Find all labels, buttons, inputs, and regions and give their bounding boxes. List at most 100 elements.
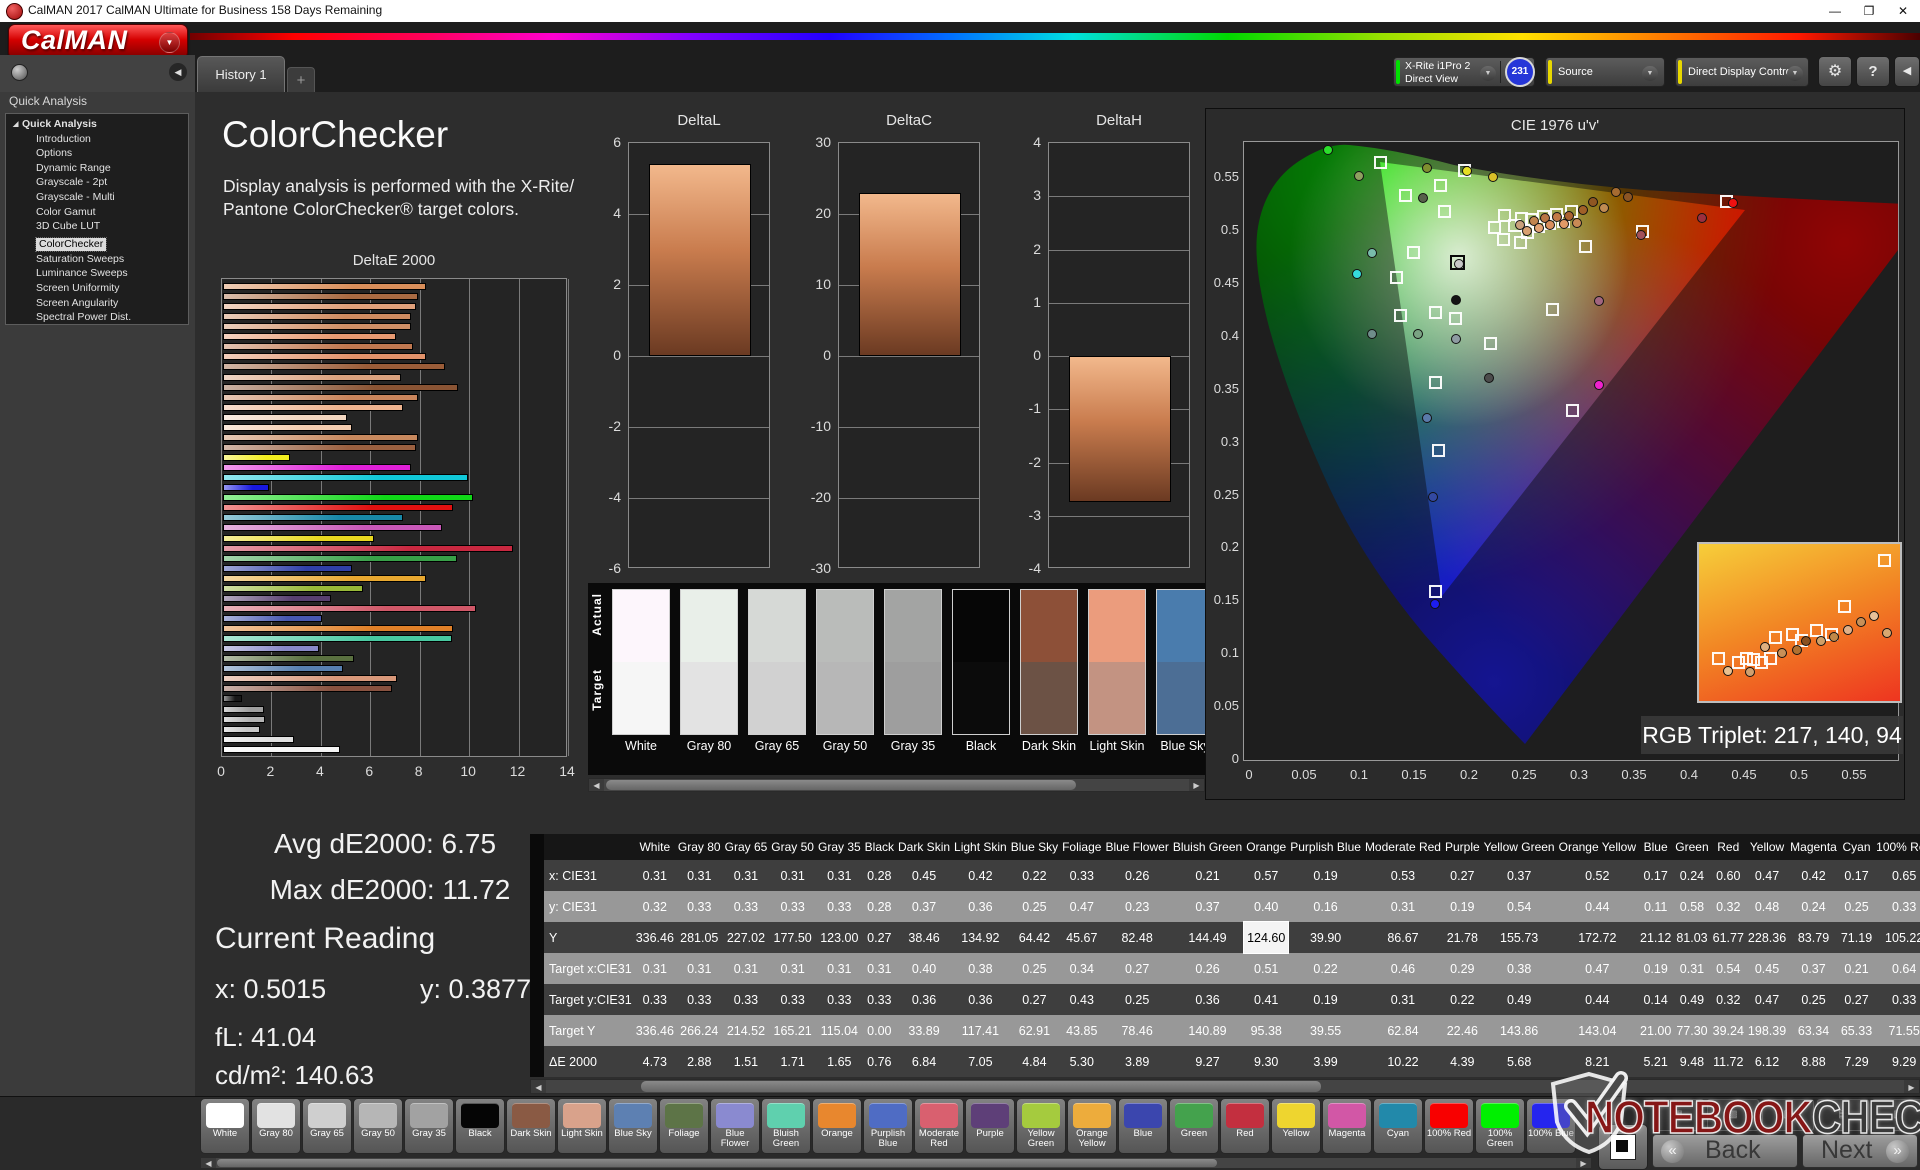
y-tick-label: 0 [613, 347, 621, 363]
patch-button-gray-50[interactable]: Gray 50 [353, 1098, 403, 1154]
patch-button-blue[interactable]: Blue [1118, 1098, 1168, 1154]
swatch-scroll-thumb[interactable] [606, 780, 1076, 790]
sidebar-item-grayscale-multi[interactable]: Grayscale - Multi [6, 190, 188, 205]
sidebar-item-3d-cube-lut[interactable]: 3D Cube LUT [6, 219, 188, 234]
pattern-tool-button[interactable]: ▣ [1762, 1099, 1814, 1131]
sidebar-item-screen-angularity[interactable]: Screen Angularity [6, 296, 188, 311]
pattern-tool-button[interactable]: ▤ [1817, 1099, 1869, 1131]
swatch-scrollbar[interactable]: ◀ ▶ [588, 778, 1205, 792]
sidebar-item-dynamic-range[interactable]: Dynamic Range [6, 161, 188, 176]
cie-x-tick: 0 [1245, 767, 1253, 782]
sidebar-item-quick-analysis[interactable]: ◢ Quick Analysis [6, 117, 188, 132]
strip-scrollbar[interactable]: ◀ ▶ [200, 1157, 1592, 1169]
column-header-gray-35: Gray 35 [815, 834, 863, 860]
patch-button-purple[interactable]: Purple [965, 1098, 1015, 1154]
patch-button-cyan[interactable]: Cyan [1373, 1098, 1423, 1154]
patch-button-moderate-red[interactable]: Moderate Red [914, 1098, 964, 1154]
table-cell: 0.36 [952, 891, 1009, 922]
table-cell: 266.24 [675, 1015, 723, 1046]
patch-button-yellow[interactable]: Yellow [1271, 1098, 1321, 1154]
meter-dropdown-icon[interactable]: ▼ [1480, 66, 1496, 81]
patch-button-100-green[interactable]: 100% Green [1475, 1098, 1525, 1154]
patch-button-light-skin[interactable]: Light Skin [557, 1098, 607, 1154]
patch-chip [359, 1103, 397, 1128]
settings-button[interactable]: ⚙ [1818, 56, 1852, 87]
source-dropdown-icon[interactable]: ▼ [1642, 66, 1658, 81]
patch-button-yellow-green[interactable]: Yellow Green [1016, 1098, 1066, 1154]
table-scroll-thumb[interactable] [641, 1081, 1321, 1092]
pattern-tool-button[interactable]: ▩ [1707, 1099, 1759, 1131]
next-button[interactable]: Next » [1802, 1134, 1918, 1168]
patch-button-green[interactable]: Green [1169, 1098, 1219, 1154]
minimize-icon[interactable]: — [1818, 0, 1852, 22]
patch-button-foliage[interactable]: Foliage [659, 1098, 709, 1154]
patch-button-100-red[interactable]: 100% Red [1424, 1098, 1474, 1154]
sidebar-item-screen-uniformity[interactable]: Screen Uniformity [6, 281, 188, 296]
scroll-left-icon[interactable]: ◀ [531, 1080, 546, 1093]
table-cell: 64.42 [1008, 922, 1061, 953]
tab-history-1[interactable]: History 1 [197, 56, 285, 93]
scroll-right-icon[interactable]: ▶ [1904, 1080, 1919, 1093]
swatch-black [952, 589, 1010, 735]
patch-button-blue-flower[interactable]: Blue Flower [710, 1098, 760, 1154]
scroll-right-icon[interactable]: ▶ [1576, 1158, 1591, 1168]
pattern-tool-button[interactable]: ▦ [1652, 1099, 1704, 1131]
swatch-target [1089, 662, 1145, 734]
source-selector[interactable]: Source ▼ [1545, 57, 1665, 87]
sidebar-item-options[interactable]: Options [6, 146, 188, 161]
scroll-left-icon[interactable]: ◀ [589, 779, 604, 791]
tree-expanded-icon[interactable]: ◢ [13, 118, 18, 133]
sidebar-item-saturation-sweeps[interactable]: Saturation Sweeps [6, 252, 188, 267]
scroll-right-icon[interactable]: ▶ [1189, 779, 1204, 791]
maximize-icon[interactable]: ❐ [1852, 0, 1886, 22]
sidebar-item-introduction[interactable]: Introduction [6, 132, 188, 147]
table-cell: 0.31 [633, 953, 676, 984]
patch-button-magenta[interactable]: Magenta [1322, 1098, 1372, 1154]
patch-button-orange-yellow[interactable]: Orange Yellow [1067, 1098, 1117, 1154]
patch-button-100-blue[interactable]: 100% Blue [1526, 1098, 1576, 1154]
table-cell: 3.99 [1288, 1046, 1363, 1077]
patch-button-gray-65[interactable]: Gray 65 [302, 1098, 352, 1154]
patch-chip [1379, 1103, 1417, 1128]
pattern-tool-button[interactable]: ▥ [1872, 1099, 1920, 1131]
y-tick-label: 2 [1033, 240, 1041, 257]
avg-de2000-readout: Avg dE2000: 6.75 [273, 828, 497, 859]
table-cell: 0.49 [1673, 984, 1711, 1015]
patch-label: Yellow [1282, 1128, 1310, 1139]
patch-button-black[interactable]: Black [455, 1098, 505, 1154]
logo-dropdown-icon[interactable]: ▼ [159, 32, 180, 53]
display-control-selector[interactable]: Direct Display Control ▼ [1675, 57, 1809, 87]
patch-button-white[interactable]: White [200, 1098, 250, 1154]
sidebar-item-grayscale-2pt[interactable]: Grayscale - 2pt [6, 175, 188, 190]
sidebar-item-luminance-sweeps[interactable]: Luminance Sweeps [6, 266, 188, 281]
patch-button-dark-skin[interactable]: Dark Skin [506, 1098, 556, 1154]
patch-button-gray-80[interactable]: Gray 80 [251, 1098, 301, 1154]
patch-button-orange[interactable]: Orange [812, 1098, 862, 1154]
swatch-actual [1021, 590, 1077, 662]
sidebar-item-colorchecker[interactable]: ColorChecker [34, 236, 108, 252]
help-button[interactable]: ? [1856, 56, 1890, 87]
back-label: Back [1705, 1136, 1761, 1164]
strip-scroll-thumb[interactable] [217, 1159, 1217, 1167]
meter-count-badge[interactable]: 231 [1505, 57, 1535, 87]
patch-button-bluish-green[interactable]: Bluish Green [761, 1098, 811, 1154]
patch-button-red[interactable]: Red [1220, 1098, 1270, 1154]
sidebar-item-color-gamut[interactable]: Color Gamut [6, 205, 188, 220]
calman-logo-button[interactable]: CalMAN ▼ [8, 24, 188, 59]
pattern-window-button[interactable] [1598, 1124, 1648, 1170]
back-button[interactable]: « Back [1652, 1134, 1798, 1168]
patch-button-purplish-blue[interactable]: Purplish Blue [863, 1098, 913, 1154]
patch-button-gray-35[interactable]: Gray 35 [404, 1098, 454, 1154]
session-orb-icon[interactable] [11, 64, 28, 81]
display-control-dropdown-icon[interactable]: ▼ [1787, 66, 1803, 81]
close-icon[interactable]: ✕ [1886, 0, 1920, 22]
sidebar-collapse-icon[interactable]: ◀ [169, 63, 187, 81]
collapse-panel-button[interactable]: ◀ [1894, 56, 1920, 87]
patch-button-blue-sky[interactable]: Blue Sky [608, 1098, 658, 1154]
add-tab-button[interactable]: + [287, 67, 315, 93]
table-scrollbar[interactable]: ◀ ▶ [530, 1079, 1920, 1094]
row-label: ΔE 2000 [544, 1046, 634, 1077]
sidebar-item-spectral-power-dist[interactable]: Spectral Power Dist. [6, 310, 188, 325]
scroll-left-icon[interactable]: ◀ [201, 1158, 216, 1168]
patch-chip [614, 1103, 652, 1128]
